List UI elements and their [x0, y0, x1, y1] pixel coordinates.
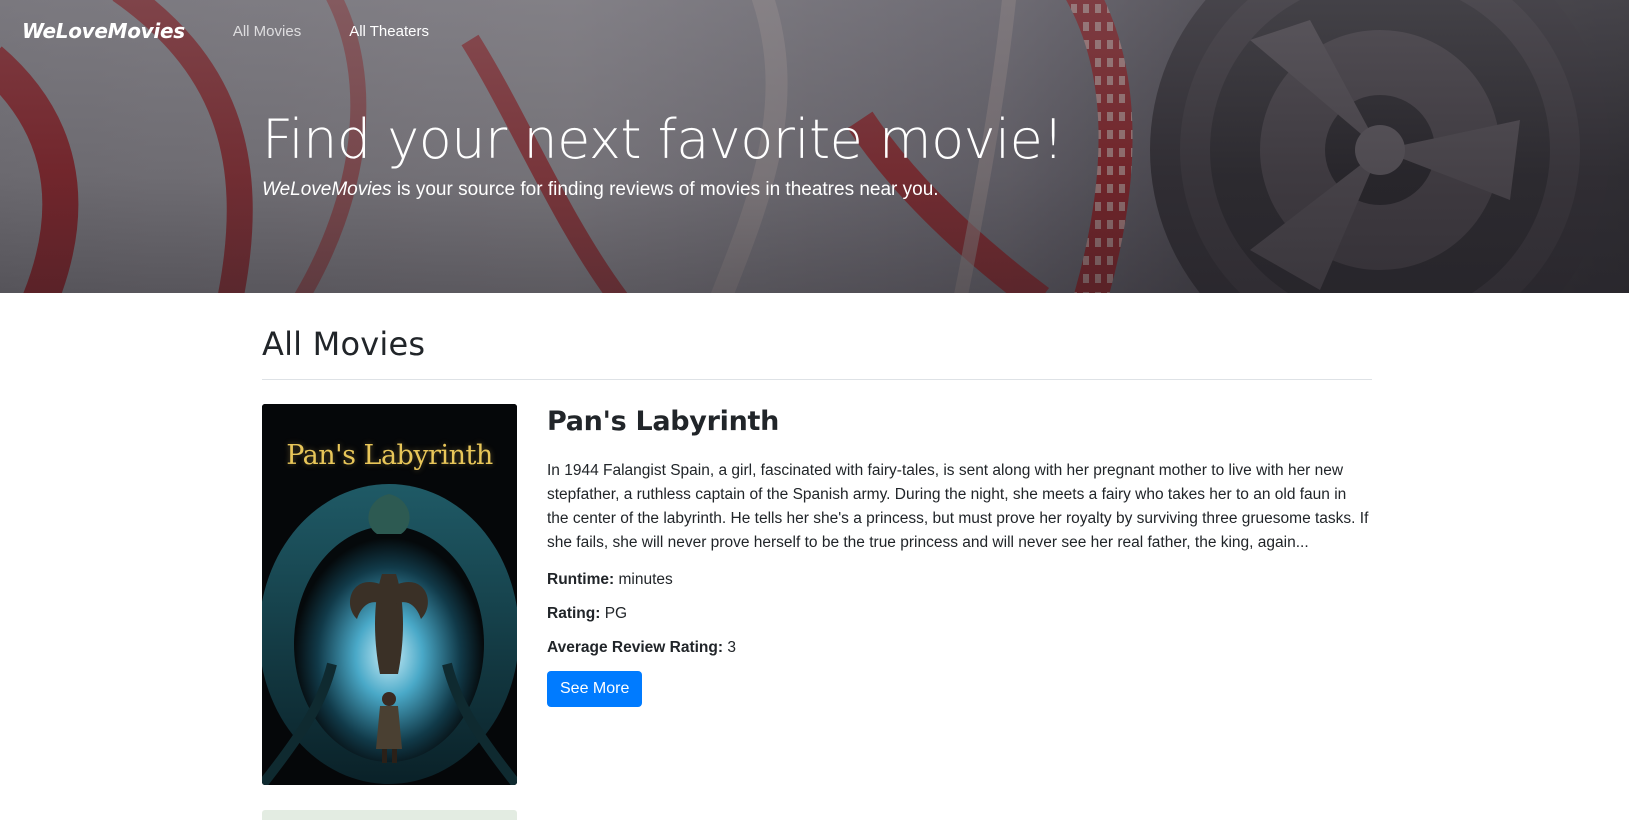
movie-runtime: Runtime: minutes	[547, 571, 1372, 589]
nav-link-all-movies[interactable]: All Movies	[233, 23, 301, 40]
brand-logo-link[interactable]: WeLoveMovies	[22, 19, 185, 43]
movie-average-review: Average Review Rating: 3	[547, 639, 1372, 657]
nav-link-all-theaters[interactable]: All Theaters	[349, 23, 429, 40]
section-title: All Movies	[262, 325, 426, 363]
hero-title: Find your next favorite movie!	[262, 108, 1064, 171]
top-navbar: WeLoveMovies All Movies All Theaters	[0, 0, 1629, 62]
hero-subtitle-text: is your source for finding reviews of mo…	[391, 179, 939, 201]
hero-subtitle-brand: WeLoveMovies	[262, 179, 392, 201]
hero-content: Find your next favorite movie! WeLoveMov…	[262, 110, 1064, 201]
average-review-value: 3	[723, 639, 736, 656]
movie-details: Pan's Labyrinth In 1944 Falangist Spain,…	[547, 404, 1372, 707]
next-movie-poster-partial[interactable]	[262, 810, 517, 820]
rating-label: Rating:	[547, 605, 601, 622]
main-content: All Movies Pan's Labyrinth Pan's Labyrin…	[262, 293, 1372, 820]
movie-description: In 1944 Falangist Spain, a girl, fascina…	[547, 462, 1369, 551]
movie-poster-image[interactable]: Pan's Labyrinth	[262, 404, 517, 785]
movie-title: Pan's Labyrinth	[547, 406, 780, 437]
runtime-value: minutes	[614, 571, 673, 588]
poster-title-text: Pan's Labyrinth	[286, 440, 493, 471]
hero-subtitle: WeLoveMovies is your source for finding …	[262, 179, 1064, 201]
movie-rating: Rating: PG	[547, 605, 1372, 623]
movie-card: Pan's Labyrinth Pan's Labyrinth In 1944 …	[262, 404, 1372, 785]
average-review-label: Average Review Rating:	[547, 639, 724, 656]
see-more-button[interactable]: See More	[547, 671, 643, 707]
runtime-label: Runtime:	[547, 571, 615, 588]
section-divider	[262, 379, 1372, 380]
rating-value: PG	[600, 605, 628, 622]
hero-banner: WeLoveMovies All Movies All Theaters Fin…	[0, 0, 1629, 293]
